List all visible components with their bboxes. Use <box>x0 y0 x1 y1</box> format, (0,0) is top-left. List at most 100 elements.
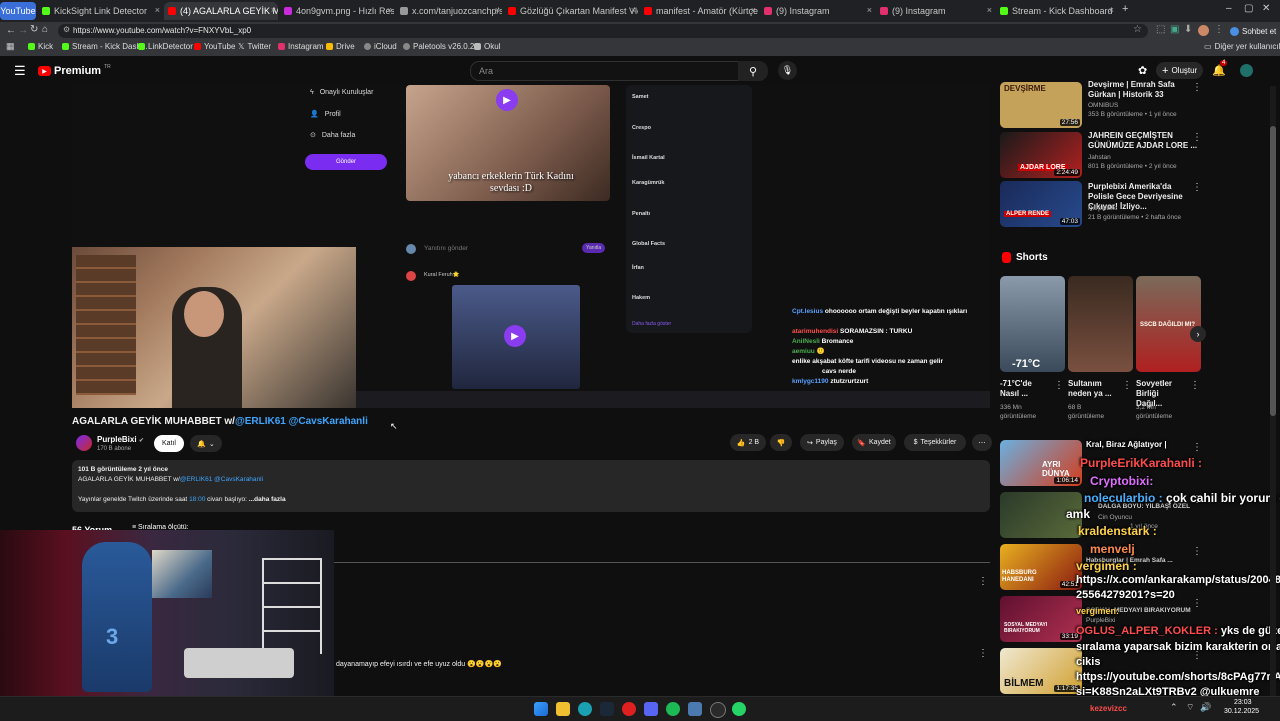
browser-tab[interactable]: Stream - Kick Dashboard × <box>996 2 1116 20</box>
browser-tab[interactable]: manifest - Amatör (Kürtçe Cover)× <box>640 2 758 20</box>
extension-gear-icon[interactable]: ✿ <box>1138 64 1147 77</box>
bookmark-instagram[interactable]: Instagram <box>278 42 324 51</box>
chat-button[interactable]: Sohbet et <box>1230 24 1276 38</box>
description-box[interactable]: 101 B görüntüleme 2 yıl önce AGALARLA GE… <box>72 460 990 512</box>
channel-avatar[interactable] <box>76 435 92 451</box>
comment-menu-icon[interactable]: ⋮ <box>978 576 988 587</box>
short-menu-icon[interactable]: ⋮ <box>1122 380 1132 391</box>
shorts-next-button[interactable]: › <box>1190 326 1206 342</box>
steam-icon[interactable] <box>600 702 614 716</box>
back-icon[interactable]: ← <box>6 25 16 36</box>
bookmark-stream-kick[interactable]: Stream - Kick Dash... <box>62 42 148 51</box>
obs-icon[interactable] <box>710 702 726 718</box>
comment-menu-icon[interactable]: ⋮ <box>978 648 988 659</box>
clock-date[interactable]: 30.12.2025 <box>1224 708 1259 715</box>
forward-icon[interactable]: → <box>18 25 28 36</box>
share-button[interactable]: ↪ Paylaş <box>800 434 844 451</box>
tab-close-icon[interactable]: × <box>155 5 160 15</box>
search-button[interactable]: ⚲ <box>738 61 768 81</box>
discord-icon[interactable] <box>644 702 658 716</box>
tab-close-icon[interactable]: × <box>987 5 992 15</box>
short-thumbnail[interactable]: SSCB DAĞILDI MI? <box>1136 276 1201 372</box>
network-icon[interactable]: ⌔ <box>1186 702 1194 713</box>
video-menu-icon[interactable]: ⋮ <box>1192 442 1202 453</box>
video-player[interactable]: ϟ Onaylı Kuruluşlar 👤 Profil ⊙ Daha fazla G… <box>72 85 990 408</box>
sidebar-video-channel[interactable]: PurpleBixi <box>1086 616 1196 625</box>
sidebar-video-thumbnail[interactable]: AJDAR LORE 2:24:49 <box>1000 132 1082 178</box>
like-button[interactable]: 👍 2 B <box>730 434 766 451</box>
tray-chevron-icon[interactable]: ⌃ <box>1170 702 1178 713</box>
extension-icon[interactable]: ⬚ <box>1156 24 1165 35</box>
bookmark-star-icon[interactable]: ☆ <box>1133 24 1142 35</box>
sidebar-video-thumbnail[interactable]: AYRI DÜNYA 1:06:14 <box>1000 440 1082 486</box>
extension-icon[interactable]: ⬇ <box>1184 24 1192 35</box>
volume-icon[interactable]: 🔊 <box>1200 702 1211 713</box>
edge-icon[interactable] <box>578 702 592 716</box>
site-info-icon[interactable]: ⚙ <box>63 25 70 34</box>
url-field[interactable]: ⚙ https://www.youtube.com/watch?v=FNXYVb… <box>58 24 1148 38</box>
save-button[interactable]: 🔖 Kaydet <box>852 434 896 451</box>
more-actions-button[interactable]: ⋯ <box>972 434 992 451</box>
bookmark-youtube[interactable]: YouTube <box>194 42 235 51</box>
channel-name[interactable]: PurpleBixi ✔ <box>97 435 144 444</box>
search-input[interactable]: Ara <box>470 61 740 81</box>
short-menu-icon[interactable]: ⋮ <box>1054 380 1064 391</box>
bookmark-twitter[interactable]: 𝕏 Twitter <box>238 42 271 51</box>
bookmark-linkdetector[interactable]: LinkDetector <box>138 42 193 51</box>
sidebar-video-thumbnail[interactable]: HABSBURG HANEDANI 42:51 <box>1000 544 1082 590</box>
show-more-link[interactable]: ...daha fazla <box>249 496 286 503</box>
join-button[interactable]: Katıl <box>154 435 184 452</box>
sidebar-video-thumbnail[interactable]: BİLMEM 1:17:35 <box>1000 648 1082 694</box>
video-menu-icon[interactable]: ⋮ <box>1192 598 1202 609</box>
bookmark-icloud[interactable]: iCloud <box>364 42 397 51</box>
tab-close-icon[interactable]: × <box>387 5 392 15</box>
extension-icon[interactable]: ⋮ <box>1214 24 1224 35</box>
video-menu-icon[interactable]: ⋮ <box>1192 82 1202 93</box>
sidebar-video-thumbnail[interactable]: SOSYAL MEDYAYI BIRAKIYORUM 33:19 <box>1000 596 1082 642</box>
video-menu-icon[interactable]: ⋮ <box>1192 132 1202 143</box>
tab-close-icon[interactable]: × <box>1109 5 1114 15</box>
extension-icon[interactable]: ▣ <box>1170 24 1179 35</box>
opera-icon[interactable] <box>622 702 636 716</box>
sidebar-video-thumbnail[interactable]: ALPER RENDE 47:03 <box>1000 181 1082 227</box>
voice-search-button[interactable]: 🎙 <box>778 61 797 80</box>
sidebar-video-title[interactable]: JAHREIN GEÇMİŞTEN GÜNÜMÜZE AJDAR LORE ..… <box>1088 131 1198 151</box>
browser-tab[interactable]: KickSight Link Detector × <box>38 2 162 20</box>
browser-tab[interactable]: Gözlüğü Çıkartan Manifest Vlog -× <box>504 2 638 20</box>
short-title[interactable]: Sultanım neden ya ... <box>1068 379 1118 399</box>
tab-close-icon[interactable]: × <box>271 5 276 15</box>
short-thumbnail[interactable] <box>1068 276 1133 372</box>
tab-close-icon[interactable]: × <box>867 5 872 15</box>
browser-tab[interactable]: (9) Instagram × <box>876 2 994 20</box>
notifications-button[interactable]: 🔔 4 <box>1212 60 1228 77</box>
maximize-icon[interactable]: ▢ <box>1244 3 1253 14</box>
sidebar-video-title[interactable]: Devşirme | Emrah Safa Gürkan | Historik … <box>1088 80 1198 100</box>
page-scrollbar[interactable] <box>1270 86 1276 696</box>
sidebar-video-channel[interactable]: PurpleBixi <box>1088 204 1198 213</box>
bookmark-drive[interactable]: Drive <box>326 42 355 51</box>
short-thumbnail[interactable]: -71°C <box>1000 276 1065 372</box>
youtube-logo[interactable]: ▶ Premium TR <box>38 64 111 77</box>
subscribed-bell-button[interactable]: 🔔 ⌄ <box>190 435 222 452</box>
thanks-button[interactable]: $ Teşekkürler <box>904 434 966 451</box>
dislike-button[interactable]: 👎 <box>770 434 792 451</box>
other-bookmarks[interactable]: ▭Diğer yer kullanıcılar <box>1204 42 1280 51</box>
browser-tab[interactable]: x.com/tanjuozcanchp/status/2006× <box>396 2 502 20</box>
home-icon[interactable]: ⌂ <box>42 24 48 35</box>
window-close-icon[interactable]: ✕ <box>1262 3 1270 14</box>
minimize-icon[interactable]: – <box>1226 3 1232 14</box>
short-menu-icon[interactable]: ⋮ <box>1190 380 1200 391</box>
spotify-icon[interactable] <box>666 702 680 716</box>
apps-icon[interactable]: ▦ <box>6 41 15 52</box>
create-button[interactable]: + Oluştur <box>1156 62 1204 79</box>
bookmark-paletools[interactable]: Paletools v26.0.24 <box>403 42 479 51</box>
sidebar-video-channel[interactable]: Jahstan <box>1088 153 1198 162</box>
account-avatar[interactable] <box>1240 64 1253 77</box>
bookmark-okul[interactable]: Okul <box>474 42 500 51</box>
profile-avatar[interactable] <box>1198 25 1209 36</box>
file-explorer-icon[interactable] <box>556 702 570 716</box>
video-menu-icon[interactable]: ⋮ <box>1192 182 1202 193</box>
video-menu-icon[interactable]: ⋮ <box>1192 546 1202 557</box>
clock-time[interactable]: 23:03 <box>1234 699 1252 706</box>
short-title[interactable]: -71°C'de Nasıl ... <box>1000 379 1050 399</box>
